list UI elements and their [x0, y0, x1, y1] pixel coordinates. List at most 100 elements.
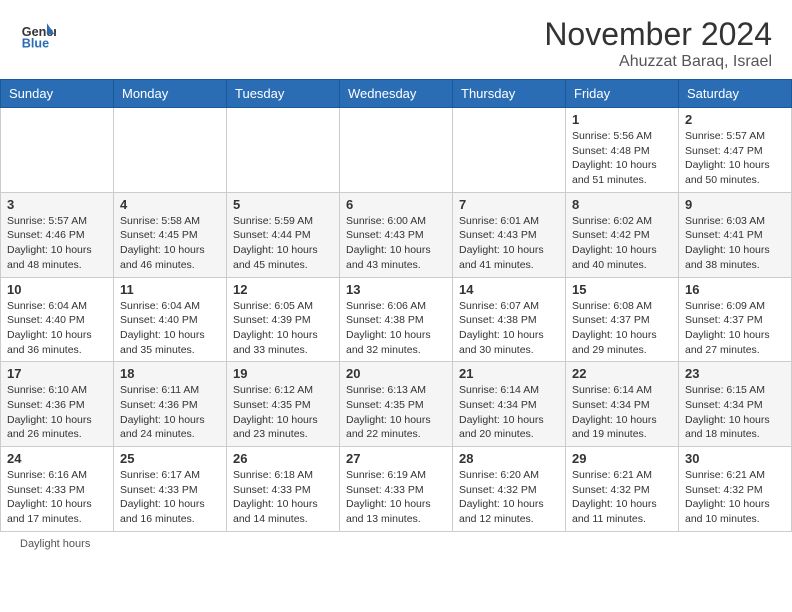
calendar-cell: 5 Sunrise: 5:59 AMSunset: 4:44 PMDaylight…: [227, 192, 340, 277]
calendar-week-3: 10 Sunrise: 6:04 AMSunset: 4:40 PMDayligh…: [1, 277, 792, 362]
day-info: Sunrise: 6:02 AMSunset: 4:42 PMDaylight:…: [572, 214, 672, 273]
calendar: SundayMondayTuesdayWednesdayThursdayFrid…: [0, 79, 792, 532]
day-info: Sunrise: 6:18 AMSunset: 4:33 PMDaylight:…: [233, 468, 333, 527]
day-info: Sunrise: 6:07 AMSunset: 4:38 PMDaylight:…: [459, 299, 559, 358]
day-number: 8: [572, 197, 672, 212]
calendar-cell: 16Sunrise: 6:09 AMSunset: 4:37 PMDayligh…: [679, 277, 792, 362]
calendar-header-wednesday: Wednesday: [340, 80, 453, 108]
calendar-header-friday: Friday: [566, 80, 679, 108]
calendar-cell: 12Sunrise: 6:05 AMSunset: 4:39 PMDayligh…: [227, 277, 340, 362]
day-info: Sunrise: 6:20 AMSunset: 4:32 PMDaylight:…: [459, 468, 559, 527]
day-info: Sunrise: 6:17 AMSunset: 4:33 PMDaylight:…: [120, 468, 220, 527]
day-number: 2: [685, 112, 785, 127]
day-number: 13: [346, 282, 446, 297]
day-number: 4: [120, 197, 220, 212]
month-title: November 2024: [544, 16, 772, 53]
day-number: 21: [459, 366, 559, 381]
day-info: Sunrise: 6:01 AMSunset: 4:43 PMDaylight:…: [459, 214, 559, 273]
day-number: 3: [7, 197, 107, 212]
calendar-cell: [114, 108, 227, 193]
calendar-cell: [227, 108, 340, 193]
day-number: 9: [685, 197, 785, 212]
day-info: Sunrise: 5:58 AMSunset: 4:45 PMDaylight:…: [120, 214, 220, 273]
day-number: 15: [572, 282, 672, 297]
day-number: 17: [7, 366, 107, 381]
svg-text:Blue: Blue: [22, 37, 49, 51]
day-info: Sunrise: 6:00 AMSunset: 4:43 PMDaylight:…: [346, 214, 446, 273]
calendar-week-5: 24 Sunrise: 6:16 AMSunset: 4:33 PMDayligh…: [1, 447, 792, 532]
day-info: Sunrise: 6:13 AMSunset: 4:35 PMDaylight:…: [346, 383, 446, 442]
day-info: Sunrise: 6:11 AMSunset: 4:36 PMDaylight:…: [120, 383, 220, 442]
calendar-cell: 25 Sunrise: 6:17 AMSunset: 4:33 PMDayligh…: [114, 447, 227, 532]
title-block: November 2024 Ahuzzat Baraq, Israel: [544, 16, 772, 71]
calendar-cell: 10 Sunrise: 6:04 AMSunset: 4:40 PMDayligh…: [1, 277, 114, 362]
calendar-week-2: 3 Sunrise: 5:57 AMSunset: 4:46 PMDaylight…: [1, 192, 792, 277]
day-number: 28: [459, 451, 559, 466]
calendar-cell: 13 Sunrise: 6:06 AMSunset: 4:38 PMDayligh…: [340, 277, 453, 362]
day-number: 7: [459, 197, 559, 212]
day-info: Sunrise: 5:59 AMSunset: 4:44 PMDaylight:…: [233, 214, 333, 273]
calendar-cell: 20 Sunrise: 6:13 AMSunset: 4:35 PMDayligh…: [340, 362, 453, 447]
day-info: Sunrise: 6:15 AMSunset: 4:34 PMDaylight:…: [685, 383, 785, 442]
day-info: Sunrise: 6:08 AMSunset: 4:37 PMDaylight:…: [572, 299, 672, 358]
calendar-cell: 17 Sunrise: 6:10 AMSunset: 4:36 PMDayligh…: [1, 362, 114, 447]
calendar-cell: 15 Sunrise: 6:08 AMSunset: 4:37 PMDayligh…: [566, 277, 679, 362]
day-info: Sunrise: 5:57 AMSunset: 4:46 PMDaylight:…: [7, 214, 107, 273]
day-number: 5: [233, 197, 333, 212]
day-number: 16: [685, 282, 785, 297]
day-number: 18: [120, 366, 220, 381]
calendar-cell: 6 Sunrise: 6:00 AMSunset: 4:43 PMDaylight…: [340, 192, 453, 277]
day-info: Sunrise: 6:16 AMSunset: 4:33 PMDaylight:…: [7, 468, 107, 527]
day-number: 22: [572, 366, 672, 381]
calendar-cell: 18 Sunrise: 6:11 AMSunset: 4:36 PMDayligh…: [114, 362, 227, 447]
day-info: Sunrise: 5:56 AMSunset: 4:48 PMDaylight:…: [572, 129, 672, 188]
calendar-cell: 8 Sunrise: 6:02 AMSunset: 4:42 PMDaylight…: [566, 192, 679, 277]
day-info: Sunrise: 6:19 AMSunset: 4:33 PMDaylight:…: [346, 468, 446, 527]
day-info: Sunrise: 6:10 AMSunset: 4:36 PMDaylight:…: [7, 383, 107, 442]
day-number: 26: [233, 451, 333, 466]
calendar-cell: 1Sunrise: 5:56 AMSunset: 4:48 PMDaylight…: [566, 108, 679, 193]
calendar-header-thursday: Thursday: [453, 80, 566, 108]
calendar-cell: 26 Sunrise: 6:18 AMSunset: 4:33 PMDayligh…: [227, 447, 340, 532]
calendar-cell: 29 Sunrise: 6:21 AMSunset: 4:32 PMDayligh…: [566, 447, 679, 532]
calendar-cell: 21Sunrise: 6:14 AMSunset: 4:34 PMDayligh…: [453, 362, 566, 447]
calendar-header-monday: Monday: [114, 80, 227, 108]
calendar-week-1: 1Sunrise: 5:56 AMSunset: 4:48 PMDaylight…: [1, 108, 792, 193]
calendar-cell: [1, 108, 114, 193]
calendar-cell: 7 Sunrise: 6:01 AMSunset: 4:43 PMDaylight…: [453, 192, 566, 277]
day-info: Sunrise: 6:03 AMSunset: 4:41 PMDaylight:…: [685, 214, 785, 273]
day-info: Sunrise: 6:14 AMSunset: 4:34 PMDaylight:…: [572, 383, 672, 442]
day-number: 29: [572, 451, 672, 466]
day-number: 11: [120, 282, 220, 297]
calendar-cell: [453, 108, 566, 193]
calendar-cell: 14Sunrise: 6:07 AMSunset: 4:38 PMDayligh…: [453, 277, 566, 362]
calendar-cell: 4 Sunrise: 5:58 AMSunset: 4:45 PMDaylight…: [114, 192, 227, 277]
day-number: 6: [346, 197, 446, 212]
day-number: 20: [346, 366, 446, 381]
calendar-cell: 2 Sunrise: 5:57 AMSunset: 4:47 PMDaylight…: [679, 108, 792, 193]
calendar-cell: 30 Sunrise: 6:21 AMSunset: 4:32 PMDayligh…: [679, 447, 792, 532]
day-number: 25: [120, 451, 220, 466]
day-info: Sunrise: 6:04 AMSunset: 4:40 PMDaylight:…: [7, 299, 107, 358]
day-number: 12: [233, 282, 333, 297]
calendar-header-row: SundayMondayTuesdayWednesdayThursdayFrid…: [1, 80, 792, 108]
calendar-cell: 24 Sunrise: 6:16 AMSunset: 4:33 PMDayligh…: [1, 447, 114, 532]
calendar-cell: 22 Sunrise: 6:14 AMSunset: 4:34 PMDayligh…: [566, 362, 679, 447]
day-number: 24: [7, 451, 107, 466]
calendar-cell: 11Sunrise: 6:04 AMSunset: 4:40 PMDayligh…: [114, 277, 227, 362]
header: General Blue November 2024 Ahuzzat Baraq…: [0, 0, 792, 79]
day-info: Sunrise: 6:06 AMSunset: 4:38 PMDaylight:…: [346, 299, 446, 358]
day-info: Sunrise: 6:21 AMSunset: 4:32 PMDaylight:…: [685, 468, 785, 527]
day-info: Sunrise: 6:21 AMSunset: 4:32 PMDaylight:…: [572, 468, 672, 527]
calendar-header-sunday: Sunday: [1, 80, 114, 108]
location: Ahuzzat Baraq, Israel: [544, 53, 772, 71]
day-number: 23: [685, 366, 785, 381]
day-number: 30: [685, 451, 785, 466]
calendar-cell: 9 Sunrise: 6:03 AMSunset: 4:41 PMDaylight…: [679, 192, 792, 277]
day-info: Sunrise: 5:57 AMSunset: 4:47 PMDaylight:…: [685, 129, 785, 188]
calendar-cell: 3 Sunrise: 5:57 AMSunset: 4:46 PMDaylight…: [1, 192, 114, 277]
footer-note: Daylight hours: [0, 532, 792, 556]
day-number: 10: [7, 282, 107, 297]
day-number: 27: [346, 451, 446, 466]
calendar-header-tuesday: Tuesday: [227, 80, 340, 108]
